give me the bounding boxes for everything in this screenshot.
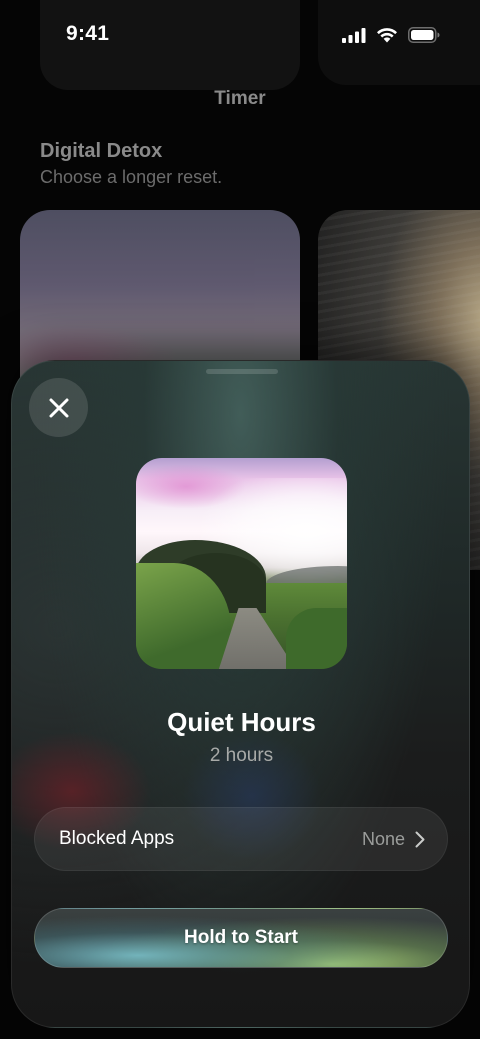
- session-title: Quiet Hours: [167, 707, 316, 737]
- close-icon: [49, 398, 68, 417]
- artwork-grass-right: [286, 608, 347, 669]
- detail-sheet: Quiet Hours 2 hours Blocked Apps None Ho…: [11, 360, 470, 1028]
- status-icons: [342, 27, 440, 43]
- blocked-apps-label: Blocked Apps: [59, 828, 175, 849]
- section-title: Digital Detox: [40, 140, 163, 162]
- chevron-right-icon: [415, 831, 425, 847]
- session-artwork: [136, 458, 347, 669]
- sheet-grabber[interactable]: [206, 369, 278, 374]
- battery-icon: [408, 27, 440, 43]
- status-time: 9:41: [66, 22, 110, 45]
- close-button[interactable]: [29, 378, 88, 437]
- section-subtitle: Choose a longer reset.: [40, 167, 223, 187]
- hold-to-start-label: Hold to Start: [184, 927, 298, 948]
- cellular-signal-icon: [342, 28, 366, 43]
- hold-to-start-button[interactable]: Hold to Start: [34, 908, 448, 968]
- status-bar: 9:41: [0, 0, 480, 70]
- blocked-apps-value-group: None: [362, 829, 425, 850]
- blocked-apps-value: None: [361, 828, 405, 849]
- session-duration: 2 hours: [209, 745, 274, 766]
- blocked-apps-row[interactable]: Blocked Apps None: [34, 807, 448, 871]
- page-title: Timer: [214, 88, 266, 109]
- screen: 9:41 Timer Digital Detox Choose a longer…: [0, 0, 480, 1039]
- wifi-icon: [377, 28, 397, 43]
